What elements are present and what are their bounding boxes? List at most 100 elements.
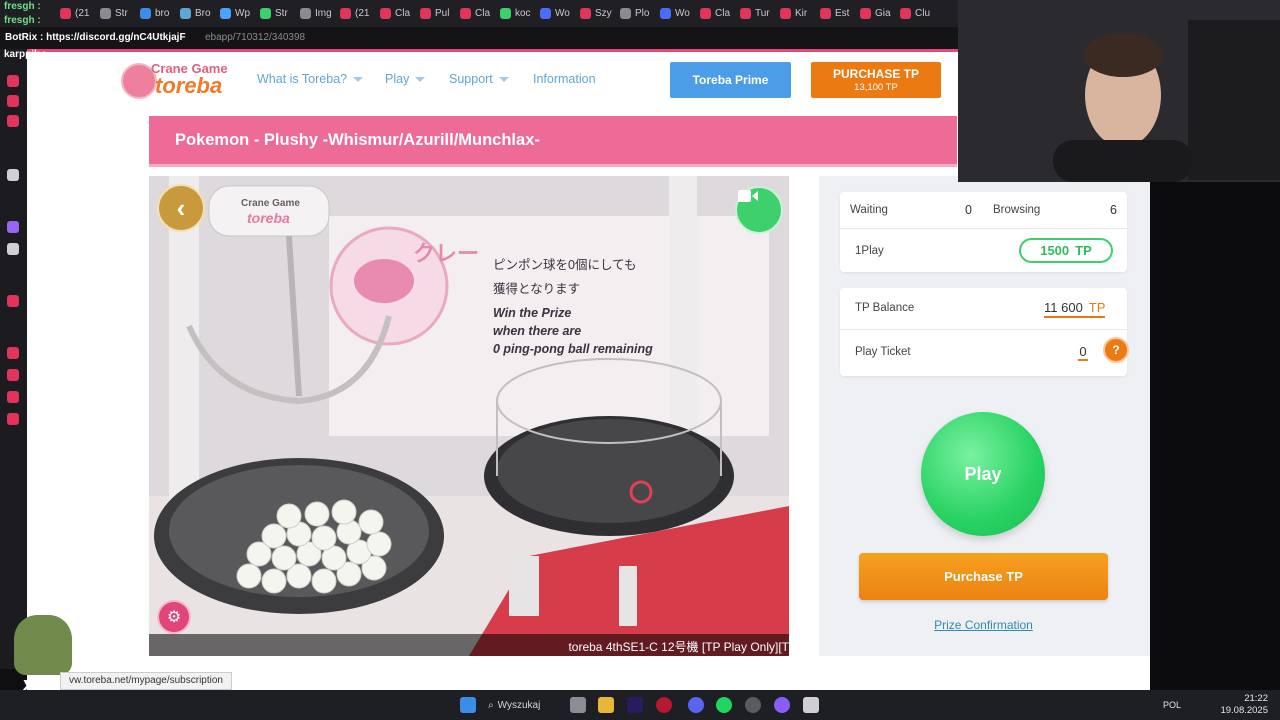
task-view-icon[interactable] — [570, 697, 586, 713]
browser-tab[interactable]: Cla — [700, 5, 730, 21]
taskbar: ⌕ Wyszukaj POL 21:22 19.08.2025 — [0, 690, 1280, 720]
machine-title-banner: Pokemon - Plushy -Whismur/Azurill/Munchl… — [149, 116, 957, 167]
waiting-label: Waiting — [850, 204, 888, 216]
tp-balance-value: 11 600 — [1044, 300, 1083, 315]
browser-tab[interactable]: Wo — [660, 5, 690, 21]
gear-icon[interactable] — [7, 413, 19, 425]
machine-title: Pokemon - Plushy -Whismur/Azurill/Munchl… — [175, 131, 540, 149]
purchase-tp-amount: 13,100 TP — [854, 82, 898, 93]
tab-label: Gia — [875, 7, 891, 19]
tab-favicon-icon — [100, 7, 111, 19]
tab-favicon-icon — [620, 7, 631, 19]
app-icon[interactable] — [7, 115, 19, 127]
search-icon: ⌕ — [488, 699, 494, 711]
taskbar-clock[interactable]: 21:22 19.08.2025 — [1220, 693, 1268, 717]
browser-tab[interactable]: Bro — [180, 5, 211, 21]
browser-tab[interactable]: Est — [820, 5, 849, 21]
site-logo[interactable]: Crane Game toreba — [121, 61, 233, 101]
app-icon[interactable] — [803, 697, 819, 713]
app-icon[interactable] — [7, 391, 19, 403]
tab-favicon-icon — [500, 7, 511, 19]
twitch-icon[interactable] — [7, 221, 19, 233]
question-icon: ? — [1112, 343, 1120, 357]
spotify-icon[interactable] — [716, 697, 732, 713]
emote-image — [14, 615, 72, 675]
opera-icon[interactable] — [656, 697, 672, 713]
sign-kana: クレー — [413, 241, 480, 266]
app-icon[interactable] — [7, 295, 19, 307]
purchase-tp-header-button[interactable]: PURCHASE TP 13,100 TP — [811, 62, 941, 98]
tab-label: Wo — [555, 7, 570, 19]
language-indicator[interactable]: POL — [1163, 700, 1181, 710]
browser-tab[interactable]: Pul — [420, 5, 449, 21]
browser-tab[interactable]: koc — [500, 5, 531, 21]
file-explorer-icon[interactable] — [598, 697, 614, 713]
browser-tab[interactable]: (21 — [60, 5, 89, 21]
chevron-down-icon — [353, 76, 364, 82]
sign-jp-line-2: 獲得となります — [493, 282, 581, 296]
tab-favicon-icon — [860, 7, 871, 19]
app-icon[interactable] — [7, 95, 19, 107]
premiere-icon[interactable] — [627, 697, 643, 713]
back-button[interactable]: ‹ — [157, 184, 205, 232]
browser-tab[interactable]: Wo — [540, 5, 570, 21]
purchase-tp-button[interactable]: Purchase TP — [859, 553, 1108, 600]
browser-tab[interactable]: Wp — [220, 5, 250, 21]
browser-tab[interactable]: Plo — [620, 5, 649, 21]
tab-favicon-icon — [60, 7, 71, 19]
browser-tab[interactable]: Img — [300, 5, 332, 21]
tab-favicon-icon — [180, 7, 191, 19]
browser-tab[interactable]: (21 — [340, 5, 369, 21]
oneplay-label: 1Play — [855, 245, 884, 257]
browser-tab[interactable]: Cla — [460, 5, 490, 21]
play-button[interactable]: Play — [921, 412, 1045, 536]
browser-tab[interactable]: Clu — [900, 5, 930, 21]
tab-label: bro — [155, 7, 170, 19]
overlay-strip — [1150, 182, 1280, 690]
waiting-value: 0 — [965, 203, 972, 217]
app-icon[interactable] — [7, 347, 19, 359]
prize-confirmation-link[interactable]: Prize Confirmation — [859, 618, 1108, 632]
browser-tab[interactable]: Kir — [780, 5, 807, 21]
help-button[interactable]: ? — [1103, 337, 1129, 363]
browser-tab-bar: (21 Str bro Bro Wp Str Img (21 Cla Pul Cla koc Wo Szy… — [0, 0, 958, 27]
tp-balance-label: TP Balance — [855, 302, 915, 314]
chevron-down-icon — [415, 76, 426, 82]
tp-balance-value-wrap: 11 600 TP — [1044, 300, 1106, 318]
tab-favicon-icon — [700, 7, 711, 19]
browser-tab[interactable]: Tur — [740, 5, 770, 21]
nav-support[interactable]: Support — [449, 72, 509, 86]
obs-icon[interactable] — [745, 697, 761, 713]
settings-button[interactable]: ⚙ — [157, 600, 191, 634]
address-text: ebapp/710312/340398 — [205, 32, 306, 43]
clock-icon[interactable] — [7, 369, 19, 381]
browser-tab[interactable]: bro — [140, 5, 169, 21]
clock-date: 19.08.2025 — [1220, 705, 1268, 716]
chat-line-1: fresgh : — [4, 1, 41, 12]
windows-start-icon[interactable] — [460, 697, 476, 713]
nav-play[interactable]: Play — [385, 72, 426, 86]
tab-label: Cla — [715, 7, 731, 19]
browser-tab[interactable]: Cla — [380, 5, 410, 21]
nav-what-is-toreba[interactable]: What is Toreba? — [257, 72, 364, 86]
browser-tab[interactable]: Gia — [860, 5, 891, 21]
app-icon[interactable] — [7, 169, 19, 181]
browser-tab[interactable]: Str — [100, 5, 128, 21]
x-icon[interactable] — [7, 243, 19, 255]
nav-information[interactable]: Information — [533, 72, 596, 86]
discord-icon[interactable] — [688, 697, 704, 713]
play-ticket-value: 0 — [1078, 344, 1088, 361]
browser-tab[interactable]: Szy — [580, 5, 612, 21]
chevron-left-icon: ‹ — [176, 192, 186, 223]
divider — [840, 228, 1127, 229]
browser-tab[interactable]: Str — [260, 5, 288, 21]
app-icon[interactable] — [7, 75, 19, 87]
tab-favicon-icon — [900, 7, 911, 19]
tab-label: Str — [275, 7, 288, 19]
toreba-prime-button[interactable]: Toreba Prime — [670, 62, 791, 98]
taskbar-search[interactable]: ⌕ Wyszukaj — [488, 696, 552, 714]
tab-label: Img — [315, 7, 332, 19]
tab-label: Str — [115, 7, 128, 19]
switch-camera-button[interactable] — [735, 186, 783, 234]
app-icon[interactable] — [774, 697, 790, 713]
